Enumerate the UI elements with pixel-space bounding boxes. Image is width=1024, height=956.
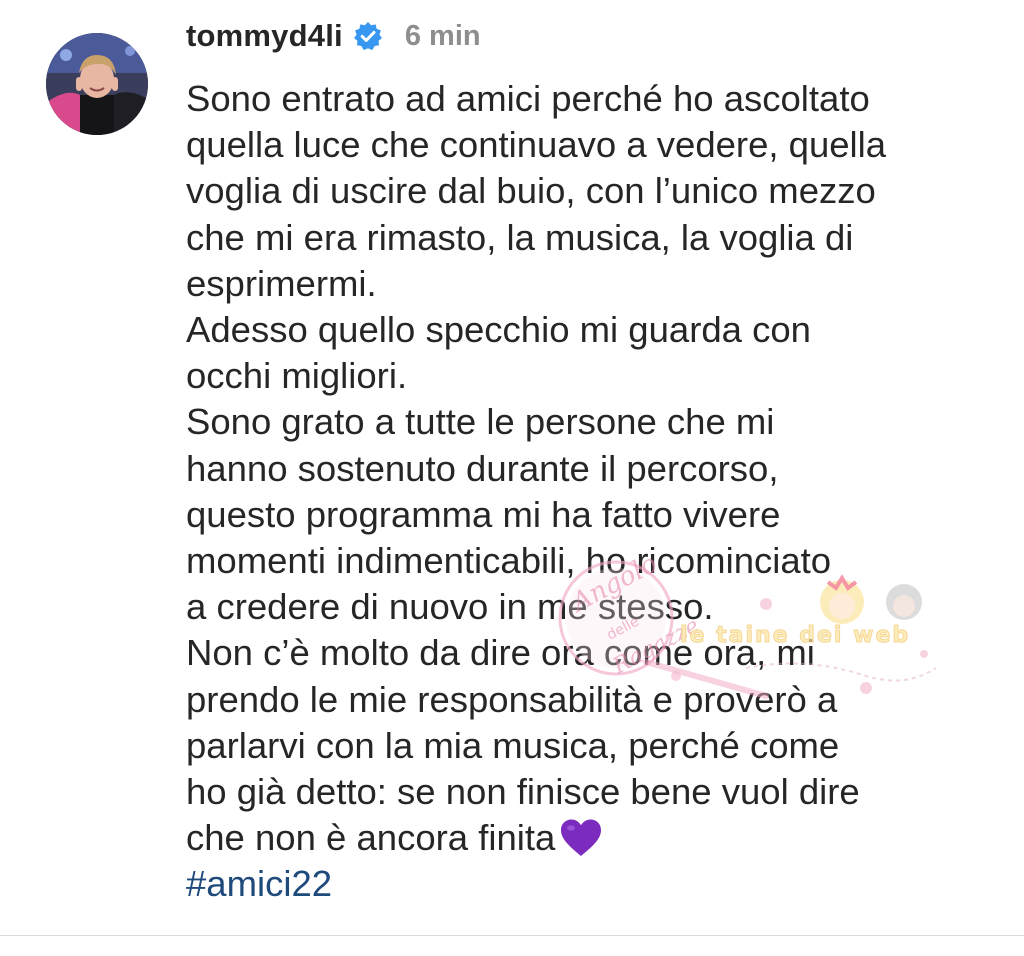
caption-line: esprimermi. [186, 262, 377, 304]
caption-last-line: che non è ancora finita [186, 815, 986, 861]
caption-line: Adesso quello specchio mi guarda con [186, 309, 811, 351]
instagram-comment: tommyd4li 6 min Sono entrato ad amici pe… [0, 0, 1024, 956]
caption-line: Sono grato a tutte le persone che mi [186, 401, 775, 443]
caption-line: che non è ancora finita [186, 817, 556, 859]
avatar-photo [46, 33, 148, 135]
purple-heart-icon [559, 818, 603, 858]
verified-badge-icon [353, 21, 383, 51]
caption-line: a credere di nuovo in me stesso. [186, 586, 714, 628]
caption-line: voglia di uscire dal buio, con l’unico m… [186, 170, 876, 212]
caption-line: ho già detto: se non finisce bene vuol d… [186, 771, 860, 813]
caption-line: parlarvi con la mia musica, perché come [186, 724, 840, 766]
caption-line: momenti indimenticabili, ho ricominciato [186, 540, 832, 582]
hashtag-link[interactable]: #amici22 [186, 861, 986, 907]
comment-header: tommyd4li 6 min [186, 14, 481, 58]
caption-line: occhi migliori. [186, 355, 408, 397]
caption-line: prendo le mie responsabilità e proverò a [186, 678, 838, 720]
caption-line: quella luce che continuavo a vedere, que… [186, 124, 887, 166]
divider [0, 935, 1024, 936]
caption-line: Sono entrato ad amici perché ho ascoltat… [186, 78, 870, 119]
avatar[interactable] [46, 33, 148, 135]
timestamp: 6 min [404, 19, 481, 52]
comment-text: Sono entrato ad amici perché ho ascoltat… [186, 76, 986, 908]
caption-line: Non c’è molto da dire ora come ora, mi [186, 632, 815, 674]
caption-line: hanno sostenuto durante il percorso, [186, 447, 779, 489]
caption-line: che mi era rimasto, la musica, la voglia… [186, 216, 854, 258]
username[interactable]: tommyd4li [186, 18, 343, 54]
caption-line: questo programma mi ha fatto vivere [186, 493, 781, 535]
